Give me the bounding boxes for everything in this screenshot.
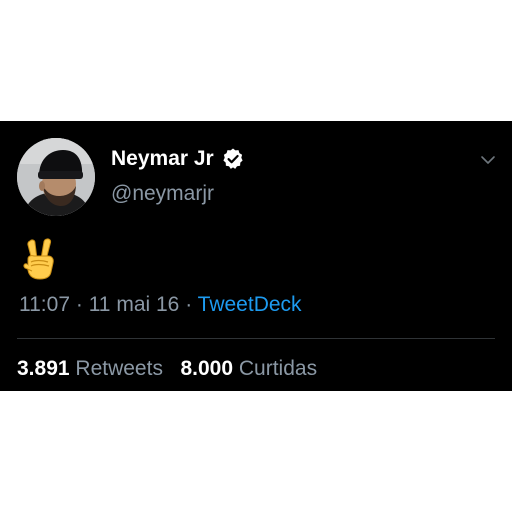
chevron-down-icon[interactable] [478, 150, 498, 170]
retweets-count: 3.891 [17, 357, 70, 380]
author-display-name[interactable]: Neymar Jr [111, 147, 214, 171]
likes-label: Curtidas [238, 357, 318, 380]
avatar-image [17, 138, 95, 216]
tweet-timestamp-row: 11:07 · 11 mai 16 · TweetDeck [19, 293, 302, 317]
verified-badge-icon [223, 148, 243, 169]
avatar[interactable] [17, 138, 95, 216]
meta-separator: · [75, 293, 83, 316]
likes-stat[interactable]: 8.000 Curtidas [180, 357, 317, 380]
tweet-stats: 3.891 Retweets 8.000 Curtidas [17, 357, 317, 381]
divider [17, 338, 495, 339]
meta-separator: · [185, 293, 193, 316]
author-name-row[interactable]: Neymar Jr [111, 147, 245, 171]
tweet-source-link[interactable]: TweetDeck [198, 293, 302, 316]
likes-count: 8.000 [180, 357, 234, 380]
tweet-time[interactable]: 11:07 [19, 293, 70, 316]
retweets-stat[interactable]: 3.891 Retweets [17, 357, 163, 380]
victory-hand-emoji [23, 238, 54, 280]
retweets-label: Retweets [75, 357, 163, 380]
tweet-card: Neymar Jr @neymarjr 11:07 · 11 mai 16 · … [0, 121, 512, 391]
tweet-date[interactable]: 11 mai 16 [89, 293, 180, 316]
author-handle[interactable]: @neymarjr [111, 182, 214, 206]
